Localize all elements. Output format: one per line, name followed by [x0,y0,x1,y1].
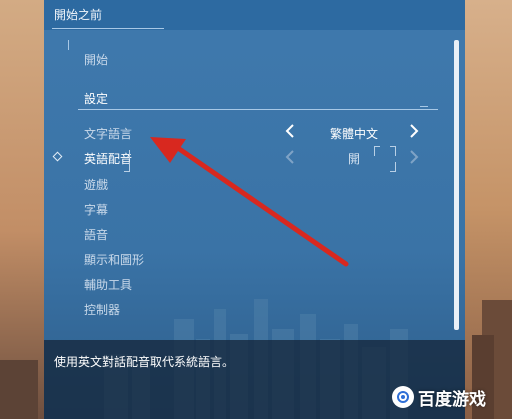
menu-item-controller[interactable]: 控制器 [84,301,120,318]
baidu-logo-icon [392,386,414,408]
watermark: 百度游戏 [392,384,486,410]
scrollbar[interactable] [454,40,459,330]
background-left [0,0,44,419]
focus-bracket [390,162,396,172]
menu-item-audio[interactable]: 語音 [84,226,108,243]
corner-tick [68,40,69,50]
chevron-right-icon[interactable] [406,123,422,139]
header-bar: 開始之前 [44,0,465,30]
background-building [0,360,38,419]
setting-description: 使用英文對話配音取代系統語言。 [54,355,235,369]
menu-item-accessibility[interactable]: 輔助工具 [84,276,132,293]
menu-item-start[interactable]: 開始 [84,51,108,68]
focus-bracket [390,146,396,156]
section-divider-tick [420,106,428,107]
menu-item-display-graphics[interactable]: 顯示和圖形 [84,251,144,268]
focus-bracket [374,146,380,156]
menu-item-settings[interactable]: 設定 [84,90,108,107]
chevron-left-icon[interactable] [282,149,298,165]
focus-bracket [124,150,130,159]
section-divider [78,109,438,110]
menu-item-text-language[interactable]: 文字語言 [84,125,132,142]
settings-panel: 開始之前 開始 設定 文字語言 英語配音 遊戲 字幕 語音 顯示和圖形 輔助工具… [44,0,465,419]
menu-item-subtitles[interactable]: 字幕 [84,201,108,218]
menu-item-game[interactable]: 遊戲 [84,176,108,193]
header-underline [52,28,164,29]
text-language-value: 繁體中文 [329,127,378,141]
focus-bracket [124,162,130,172]
watermark-text: 百度游戏 [418,389,486,410]
chevron-left-icon[interactable] [282,123,298,139]
english-voice-value: 開 [347,152,360,166]
chevron-right-icon[interactable] [406,149,422,165]
page-title: 開始之前 [54,8,103,22]
selected-indicator-icon [52,151,63,162]
